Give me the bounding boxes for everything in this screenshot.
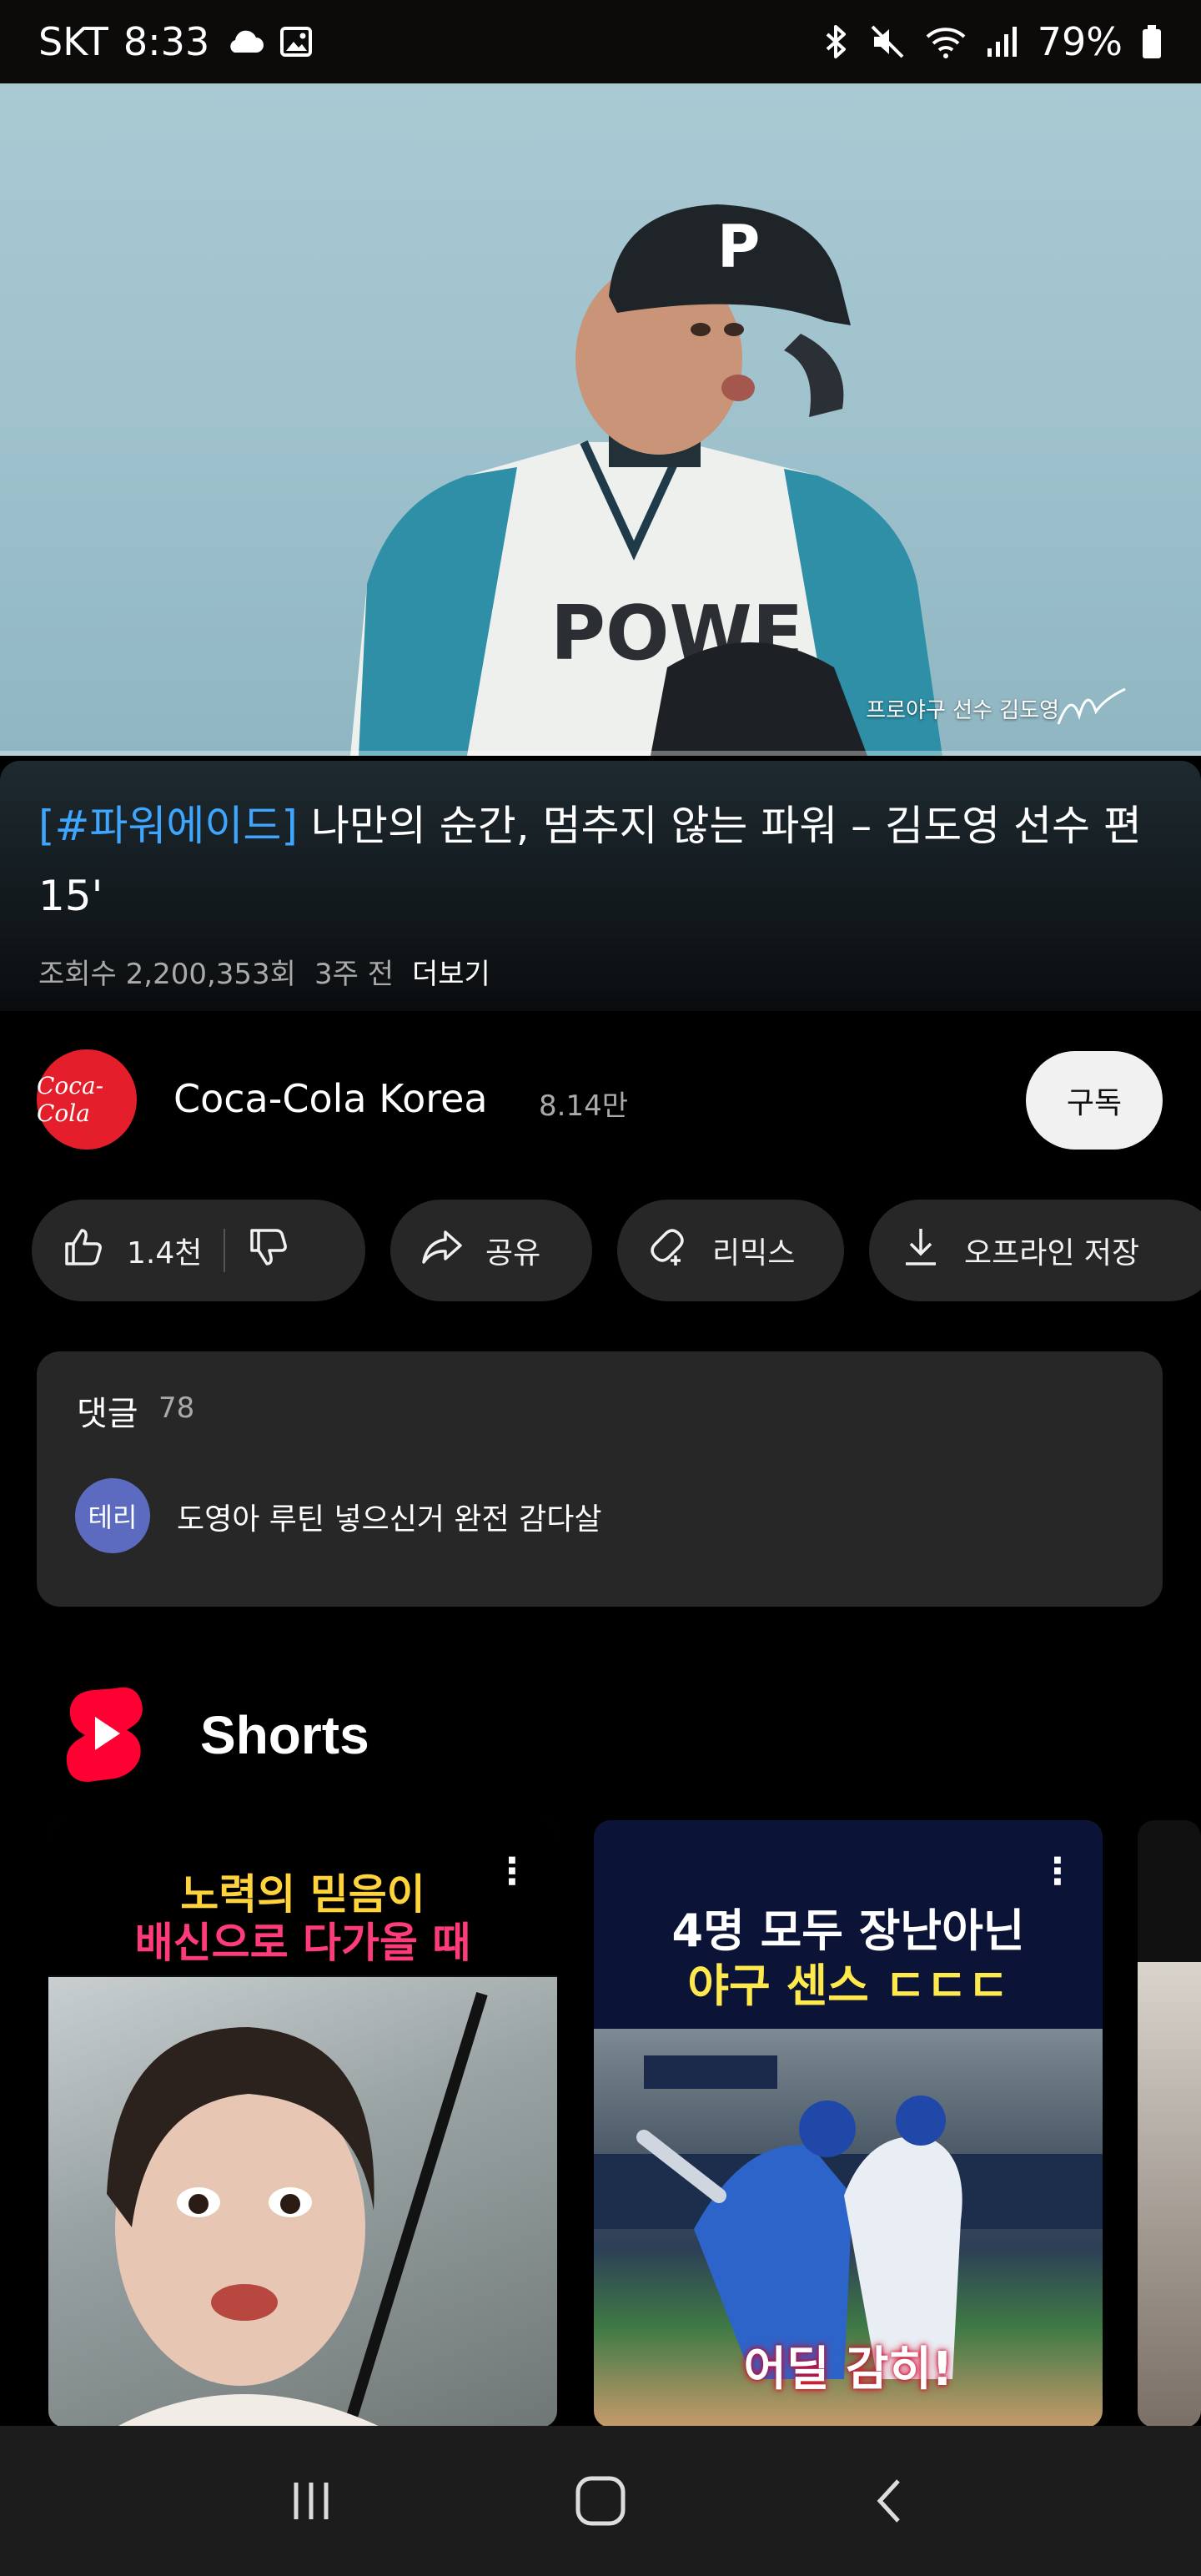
- gallery-icon: [279, 25, 313, 58]
- home-button[interactable]: [550, 2451, 651, 2551]
- comments-count: 78: [158, 1391, 195, 1425]
- short-2-banner: 4명 모두 장난아닌 야구 센스 ㄷㄷㄷ: [594, 1820, 1103, 2029]
- shorts-header: Shorts: [63, 1685, 369, 1785]
- home-icon: [575, 2476, 626, 2526]
- wifi-icon: [924, 23, 967, 60]
- action-bar: 1.4천 공유 리믹스 오프라인 저장: [32, 1200, 1201, 1301]
- view-count: 조회수 2,200,353회: [38, 958, 296, 991]
- channel-name[interactable]: Coca-Cola Korea: [173, 1076, 488, 1121]
- cloud-icon: [224, 28, 264, 56]
- svg-text:P: P: [717, 213, 760, 281]
- share-button[interactable]: 공유: [390, 1200, 592, 1301]
- short-2-more-icon[interactable]: ⋮: [1039, 1850, 1076, 1893]
- short-card-3[interactable]: [1138, 1820, 1201, 2428]
- signal-icon: [986, 25, 1019, 58]
- back-icon: [877, 2479, 900, 2523]
- battery-icon: [1141, 23, 1163, 60]
- download-button[interactable]: 오프라인 저장: [869, 1200, 1201, 1301]
- title-hashtag[interactable]: [#파워에이드]: [38, 802, 298, 850]
- subscribe-button[interactable]: 구독: [1026, 1051, 1163, 1150]
- short-card-1[interactable]: 노력의 믿음이 배신으로 다가올 때 ⋮: [48, 1820, 557, 2428]
- like-divider: [224, 1229, 226, 1272]
- comments-heading: 댓글: [77, 1395, 138, 1433]
- channel-avatar[interactable]: Coca-Cola: [37, 1049, 137, 1150]
- short-1-more-icon[interactable]: ⋮: [494, 1850, 530, 1893]
- recent-apps-button[interactable]: [261, 2451, 361, 2551]
- comments-card[interactable]: 댓글 78 테리 도영아 루틴 넣으신거 완전 감다살: [37, 1351, 1163, 1607]
- short-1-line2: 배신으로 다가올 때: [134, 1919, 471, 1967]
- channel-row[interactable]: Coca-Cola Coca-Cola Korea 8.14만 구독: [0, 1049, 1201, 1158]
- short-2-line2: 야구 센스 ㄷㄷㄷ: [687, 1960, 1009, 2012]
- remix-icon: [647, 1225, 691, 1276]
- short-1-banner: 노력의 믿음이 배신으로 다가올 때: [48, 1820, 557, 1975]
- system-nav-bar: [0, 2426, 1201, 2576]
- carrier-label: SKT: [38, 19, 108, 64]
- like-icon[interactable]: [62, 1225, 105, 1276]
- short-2-line1: 4명 모두 장난아닌: [671, 1904, 1025, 1957]
- status-left: SKT 8:33: [38, 19, 313, 64]
- share-label: 공유: [485, 1236, 541, 1270]
- remix-label: 리믹스: [712, 1236, 796, 1270]
- back-button[interactable]: [840, 2451, 940, 2551]
- video-player[interactable]: POWE P 프로야구 선수 김도영: [0, 83, 1201, 756]
- shorts-logo-icon: [63, 1683, 147, 1787]
- video-meta[interactable]: 조회수 2,200,353회 3주 전 더보기: [38, 951, 490, 992]
- short-3-thumbnail: [1138, 1962, 1201, 2428]
- mute-icon: [869, 23, 906, 60]
- video-title[interactable]: [#파워에이드] 나만의 순간, 멈추지 않는 파워 – 김도영 선수 편 15…: [38, 791, 1156, 931]
- remix-button[interactable]: 리믹스: [617, 1200, 844, 1301]
- status-right: 79%: [822, 19, 1163, 64]
- shorts-title: Shorts: [200, 1705, 369, 1765]
- like-count[interactable]: 1.4천: [127, 1229, 202, 1272]
- video-info-panel: [#파워에이드] 나만의 순간, 멈추지 않는 파워 – 김도영 선수 편 15…: [0, 761, 1201, 1011]
- channel-logo-text: Coca-Cola: [37, 1072, 104, 1127]
- commenter-avatar: 테리: [75, 1478, 150, 1553]
- bluetooth-icon: [822, 23, 851, 60]
- download-label: 오프라인 저장: [964, 1236, 1140, 1270]
- short-card-2[interactable]: 4명 모두 장난아닌 야구 센스 ㄷㄷㄷ 어딜 감히! ⋮: [594, 1820, 1103, 2428]
- clock: 8:33: [123, 19, 210, 64]
- signature-icon: [1057, 687, 1126, 725]
- short-1-thumbnail: [48, 1977, 557, 2428]
- top-comment-text: 도영아 루틴 넣으신거 완전 감다살: [177, 1502, 602, 1537]
- video-progress-bar[interactable]: [0, 751, 1201, 756]
- short-1-line1: 노력의 믿음이: [180, 1870, 425, 1919]
- video-caption: 프로야구 선수 김도영: [866, 698, 1059, 723]
- dislike-icon[interactable]: [247, 1225, 290, 1276]
- more-link[interactable]: 더보기: [412, 951, 490, 992]
- short-2-bottom-text: 어딜 감히!: [743, 2342, 953, 2397]
- share-icon: [420, 1225, 464, 1276]
- status-bar: SKT 8:33 79%: [0, 0, 1201, 83]
- recent-apps-icon: [294, 2483, 329, 2519]
- subscriber-count: 8.14만: [539, 1089, 628, 1123]
- download-icon: [899, 1225, 942, 1276]
- upload-age: 3주 전: [314, 958, 394, 991]
- video-frame: POWE P: [350, 204, 942, 756]
- like-dislike-group: 1.4천: [32, 1200, 365, 1301]
- battery-percent: 79%: [1037, 19, 1123, 64]
